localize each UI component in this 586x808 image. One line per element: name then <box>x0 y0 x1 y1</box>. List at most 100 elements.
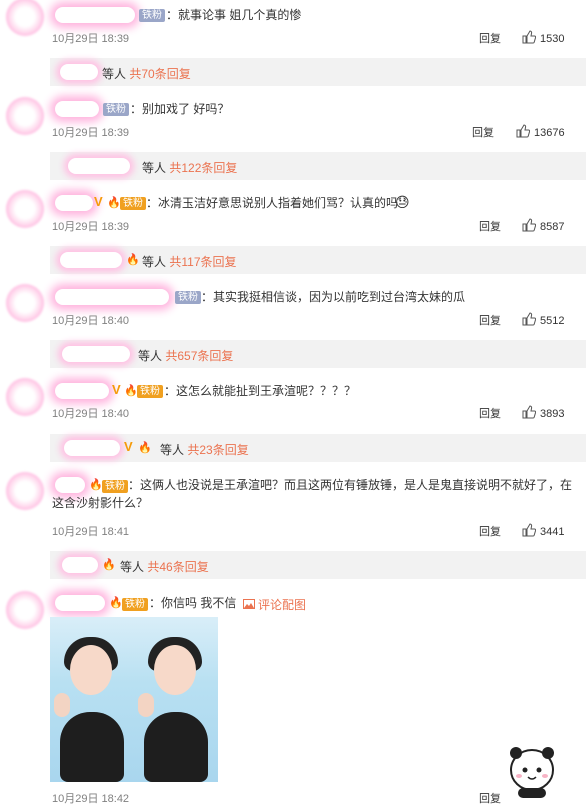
flame-icon: 🔥 <box>138 442 152 454</box>
avatar[interactable] <box>6 97 44 135</box>
fan-badge: 铁粉 <box>103 103 129 116</box>
comment-image-1[interactable] <box>50 617 134 782</box>
comment-image-2[interactable] <box>134 617 218 782</box>
reply-username <box>60 252 122 268</box>
reply-button[interactable]: 回复 <box>479 30 501 46</box>
replies-count[interactable]: 共46条回复 <box>147 560 208 574</box>
comment-text: ：其实我挺相信谈，因为以前吃到过台湾太妹的瓜 <box>201 290 466 304</box>
comment-text: ：冰清玉洁好意思说别人指着她们骂？认真的吗 <box>146 196 399 210</box>
thumbs-up-icon <box>516 124 531 138</box>
comment-text: ：这怎么就能扯到王承渲呢？？？？ <box>164 384 357 398</box>
avatar[interactable] <box>6 472 44 510</box>
like-count: 8587 <box>540 221 565 233</box>
sub-replies-5[interactable]: V 🔥 等人 共23条回复 <box>50 434 586 462</box>
username[interactable] <box>55 101 99 117</box>
reply-button[interactable]: 回复 <box>479 312 501 328</box>
plush-shape <box>60 712 124 782</box>
emoji-icon: 😓 <box>395 194 410 210</box>
comment-time: 10月29日 18:42 <box>52 793 130 805</box>
like-button[interactable]: 1530 <box>522 30 564 45</box>
v-icon: V <box>94 194 103 209</box>
face-shape <box>154 645 196 695</box>
comment-text: ：就事论事 姐几个真的惨 <box>166 8 302 22</box>
flame-icon: 🔥 <box>124 385 138 397</box>
like-button[interactable]: 5512 <box>522 312 564 327</box>
fan-badge: 铁粉 <box>120 197 146 210</box>
thumbs-up-icon <box>522 30 537 44</box>
avatar[interactable] <box>6 591 44 629</box>
sub-replies-2[interactable]: 等人 共122条回复 <box>50 152 586 180</box>
thumbs-up-icon <box>522 405 537 419</box>
comment-time: 10月29日 18:39 <box>52 221 130 233</box>
comment-text: ：这俩人也没说是王承渲吧？而且这两位有锤放锤，是人是鬼直接说明不就好了，在这含沙… <box>52 478 573 510</box>
like-count: 13676 <box>534 127 565 139</box>
plush-shape <box>144 712 208 782</box>
fan-badge: 铁粉 <box>175 291 201 304</box>
like-button[interactable]: 8587 <box>522 218 564 233</box>
avatar[interactable] <box>6 190 44 228</box>
comment-text: ：别加戏了 好吗？ <box>130 102 230 116</box>
comment-time: 10月29日 18:39 <box>52 127 130 139</box>
sub-replies-1[interactable]: 等人 共70条回复 <box>50 58 586 86</box>
fan-badge: 铁粉 <box>122 598 148 611</box>
replies-count[interactable]: 共70条回复 <box>129 67 190 81</box>
username[interactable] <box>55 383 109 399</box>
face-shape <box>70 645 112 695</box>
comment-time: 10月29日 18:40 <box>52 408 130 420</box>
reply-username <box>68 158 130 174</box>
thumbs-up-icon <box>522 218 537 232</box>
fan-badge: 铁粉 <box>139 9 165 22</box>
reply-username <box>64 440 120 456</box>
pic-link[interactable]: 评论配图 <box>243 596 306 613</box>
reply-button[interactable]: 回复 <box>479 405 501 421</box>
reply-button[interactable]: 回复 <box>472 124 494 140</box>
like-button[interactable]: 3893 <box>522 405 564 420</box>
username[interactable] <box>55 7 135 23</box>
reply-button[interactable]: 回复 <box>479 218 501 234</box>
like-count: 1530 <box>540 33 565 45</box>
replies-who: 等人 <box>160 443 185 457</box>
v-icon: V <box>124 439 133 454</box>
comment-time: 10月29日 18:39 <box>52 33 130 45</box>
avatar[interactable] <box>6 378 44 416</box>
reply-username <box>60 64 98 80</box>
replies-count[interactable]: 共117条回复 <box>169 255 236 269</box>
thumbs-up-icon <box>522 312 537 326</box>
replies-who: 等人 <box>142 161 167 175</box>
comment-text: ：你信吗 我不信 <box>149 596 237 610</box>
username[interactable] <box>55 289 169 305</box>
sub-replies-3[interactable]: 🔥 等人 共117条回复 <box>50 246 586 274</box>
avatar[interactable] <box>6 284 44 322</box>
like-count: 5512 <box>540 315 565 327</box>
replies-count[interactable]: 共122条回复 <box>169 161 237 175</box>
replies-who: 等人 <box>120 560 145 574</box>
comment-time: 10月29日 18:40 <box>52 315 130 327</box>
replies-count[interactable]: 共23条回复 <box>187 443 248 457</box>
pic-link-label: 评论配图 <box>258 598 307 612</box>
sub-replies-4[interactable]: 等人 共657条回复 <box>50 340 586 368</box>
replies-count[interactable]: 共657条回复 <box>165 349 233 363</box>
comment-time: 10月29日 18:41 <box>52 526 130 538</box>
like-button[interactable]: 3441 <box>522 523 564 538</box>
reply-username <box>62 557 98 573</box>
replies-who: 等人 <box>138 349 163 363</box>
hand-shape <box>138 693 154 717</box>
replies-who: 等人 <box>102 67 127 81</box>
username[interactable] <box>55 595 105 611</box>
reply-button[interactable]: 回复 <box>479 790 501 806</box>
v-icon: V <box>112 382 121 397</box>
username[interactable] <box>55 195 93 211</box>
avatar[interactable] <box>6 0 44 36</box>
image-icon <box>243 599 255 609</box>
flame-icon: 🔥 <box>109 597 123 609</box>
reply-button[interactable]: 回复 <box>479 523 501 539</box>
flame-icon: 🔥 <box>126 254 140 266</box>
like-count: 3441 <box>540 526 565 538</box>
like-count: 3893 <box>540 408 565 420</box>
fan-badge: 铁粉 <box>137 385 163 398</box>
thumbs-up-icon <box>522 523 537 537</box>
sub-replies-6[interactable]: 🔥 等人 共46条回复 <box>50 551 586 579</box>
hand-shape <box>54 693 70 717</box>
panda-sticker-icon <box>510 747 554 798</box>
like-button[interactable]: 13676 <box>516 124 565 139</box>
